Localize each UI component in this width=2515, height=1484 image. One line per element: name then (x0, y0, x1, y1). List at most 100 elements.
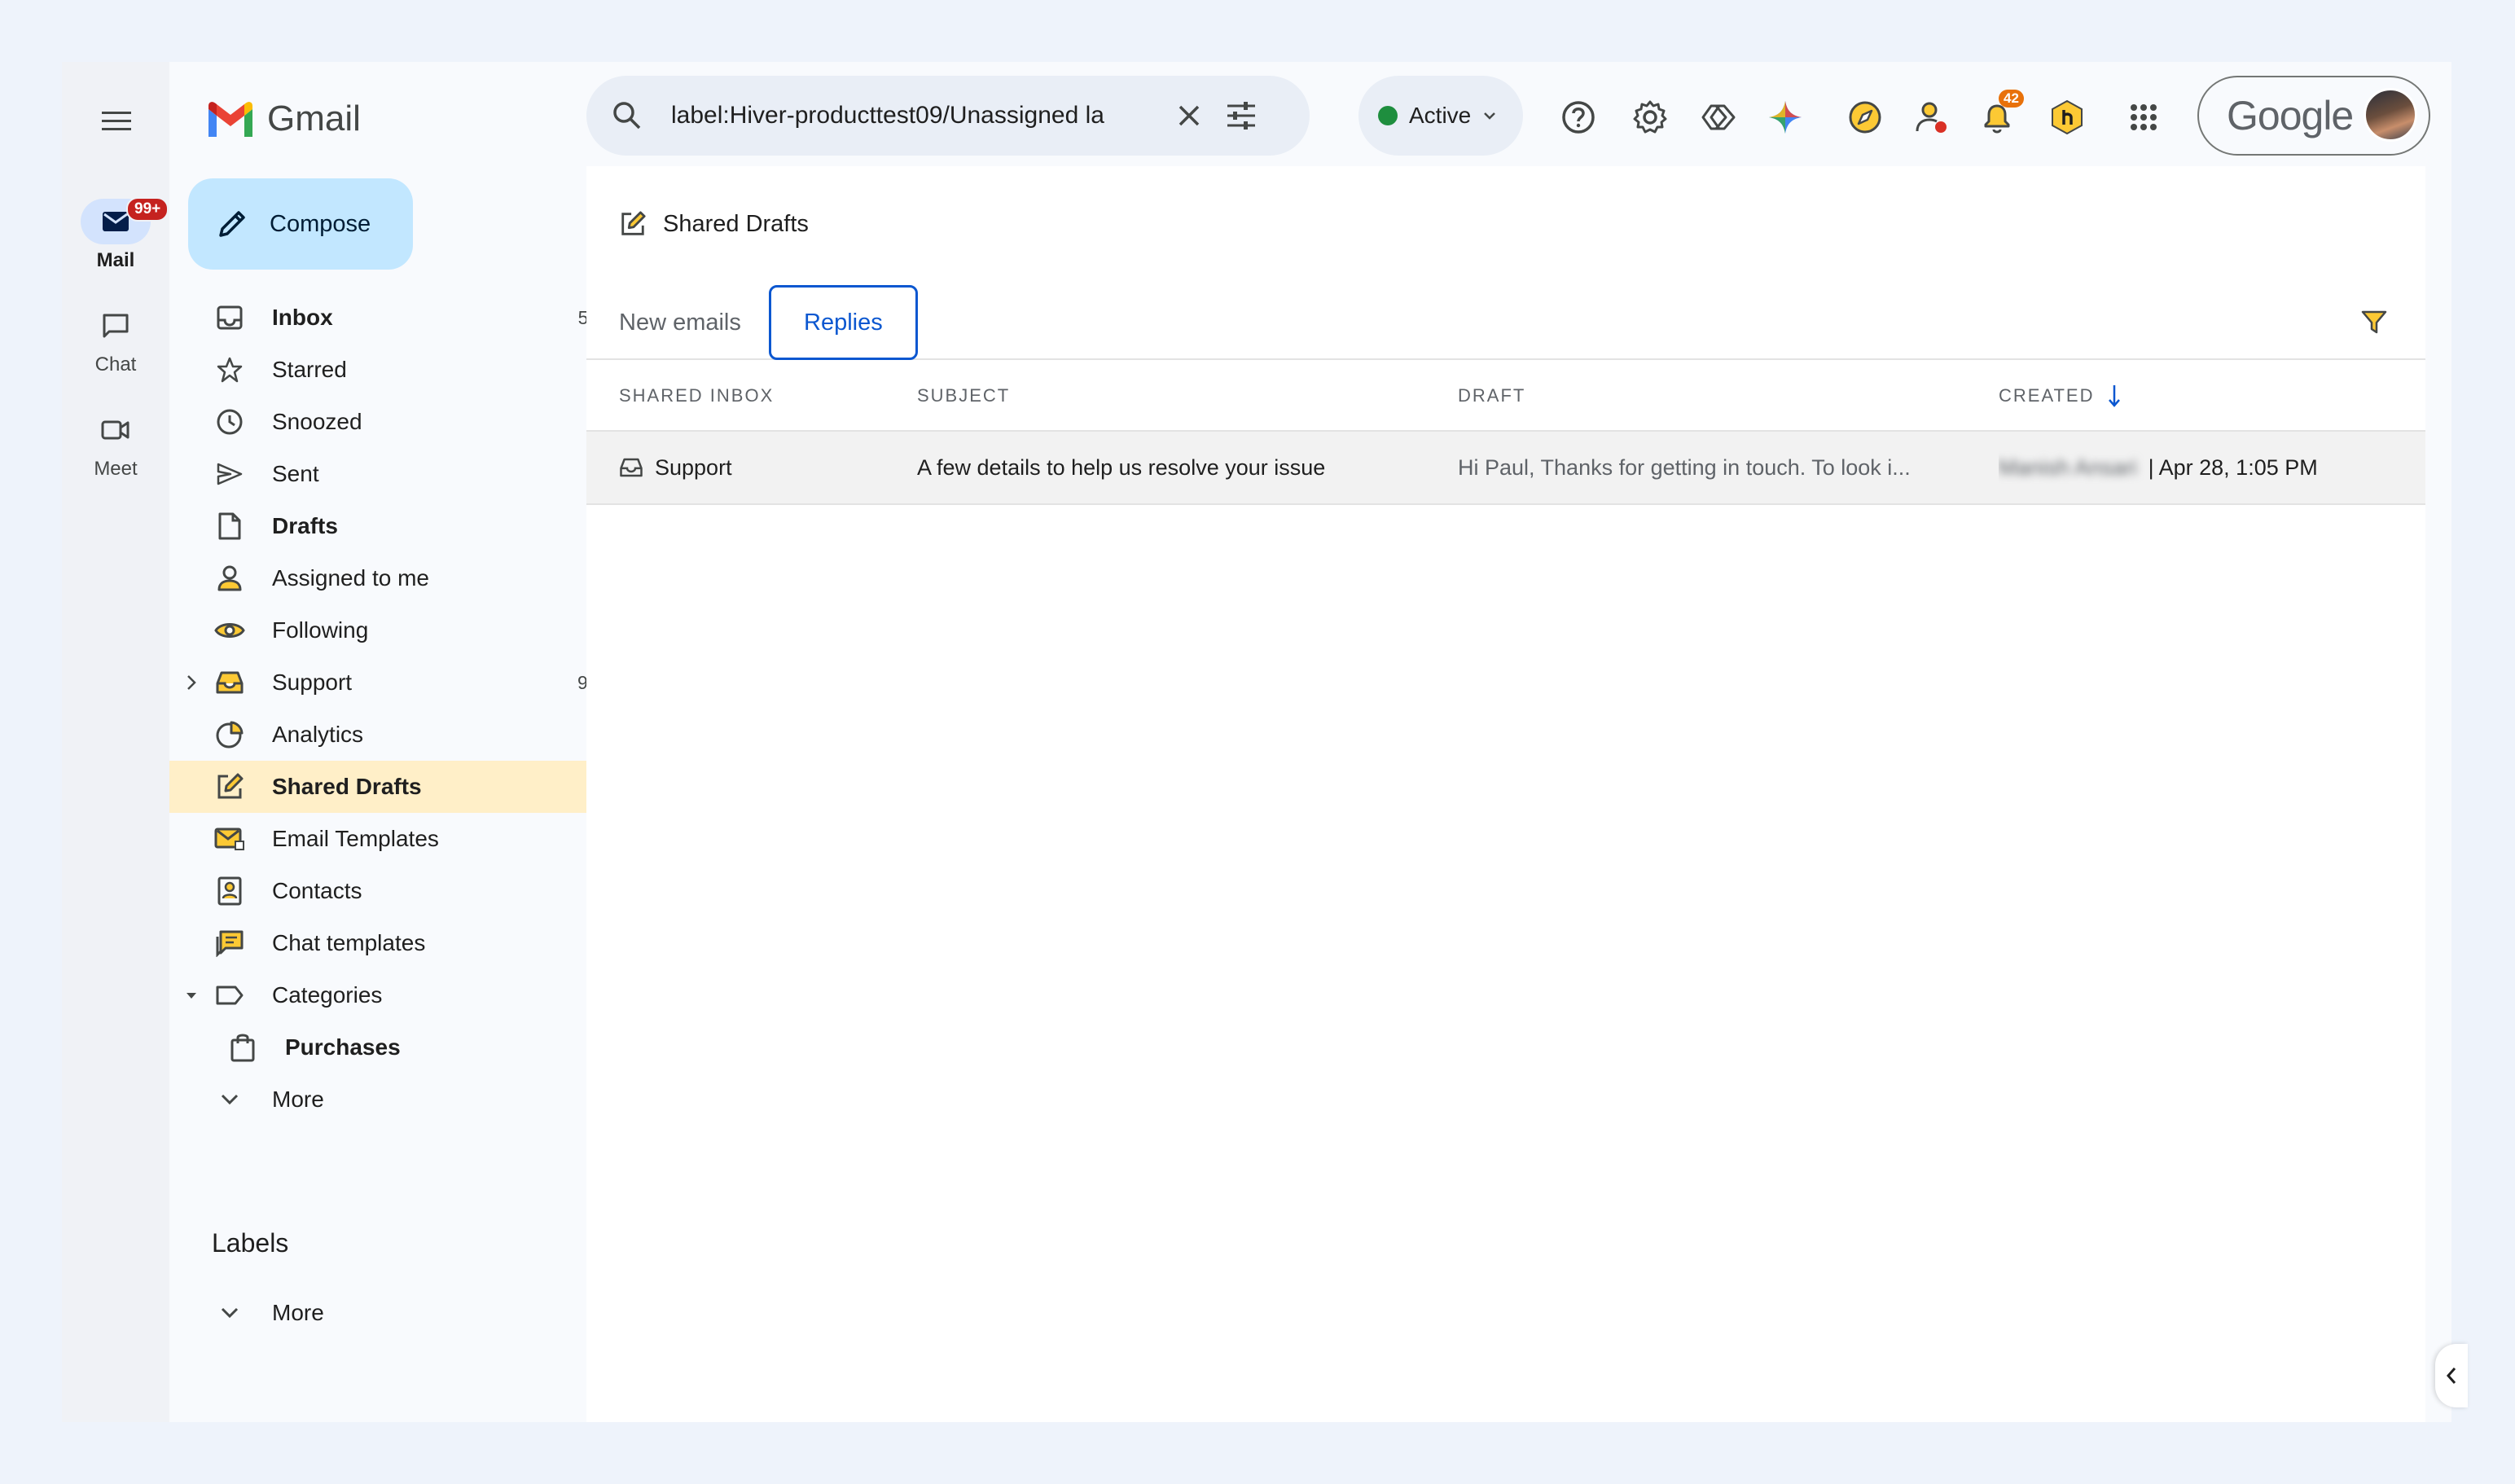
drafts-tabs: New emails Replies (586, 285, 2425, 360)
column-header-shared-inbox[interactable]: SHARED INBOX (619, 360, 774, 432)
status-dot (1378, 106, 1398, 125)
google-apps-button[interactable] (2119, 91, 2168, 143)
tab-replies[interactable]: Replies (769, 285, 918, 360)
sidebar-item-label: Contacts (272, 878, 362, 903)
labels-more-button[interactable]: More (169, 1287, 630, 1339)
sidebar-item-following[interactable]: Following (169, 604, 630, 656)
sidebar-item-chat-templates[interactable]: Chat templates (169, 917, 630, 969)
rail-label-meet: Meet (94, 458, 138, 480)
search-options-button[interactable] (1218, 93, 1264, 138)
table-header: SHARED INBOX SUBJECT DRAFT CREATED (586, 360, 2425, 432)
row-inbox-name: Support (655, 454, 732, 480)
sparkle-icon (1769, 101, 1802, 134)
sidebar-item-support[interactable]: Support 99+ (169, 656, 630, 709)
rail-label-chat: Chat (94, 353, 137, 375)
gmail-window: 99+ Mail Chat Meet Gmail Compose Inbox S… (62, 62, 2468, 1422)
app-rail: 99+ Mail Chat Meet (62, 62, 169, 1422)
sidebar-item-analytics[interactable]: Analytics (169, 709, 630, 761)
chevron-right-icon[interactable] (184, 673, 199, 692)
filter-button[interactable] (2360, 308, 2388, 336)
mail-icon (103, 212, 129, 231)
notifications-button[interactable]: 42 (1973, 90, 2024, 143)
sidebar-item-starred[interactable]: Starred (169, 344, 630, 396)
sidebar-item-sent[interactable]: Sent (169, 448, 630, 500)
caret-down-icon[interactable] (184, 986, 199, 1005)
rail-label-mail: Mail (96, 249, 135, 271)
sidebar-item-more[interactable]: More (169, 1073, 630, 1126)
clear-search-button[interactable] (1166, 93, 1212, 138)
status-selector[interactable]: Active (1358, 76, 1523, 156)
google-wordmark: Google (2227, 93, 2354, 138)
close-icon (1178, 105, 1200, 126)
notification-count-badge: 42 (1999, 90, 2024, 108)
help-button[interactable] (1554, 91, 1603, 143)
menu-icon (102, 112, 131, 130)
search-button[interactable] (611, 99, 643, 132)
gemini-button[interactable] (1761, 91, 1810, 143)
column-header-created[interactable]: CREATED (1999, 360, 2121, 432)
compose-button[interactable]: Compose (188, 178, 413, 270)
chevron-left-icon (2446, 1368, 2456, 1384)
mail-unread-badge: 99+ (126, 197, 169, 222)
help-icon (1562, 101, 1595, 134)
search-bar: label:Hiver-producttest09/Unassigned la (586, 76, 1310, 156)
sidebar-item-label: Shared Drafts (272, 774, 422, 799)
pie-chart-icon (213, 718, 246, 751)
rail-item-chat[interactable]: Chat (62, 303, 169, 376)
chat-icon (103, 314, 129, 338)
sidebar-item-inbox[interactable]: Inbox 527 (169, 292, 630, 344)
person-icon (213, 562, 246, 595)
main-menu-button[interactable] (94, 99, 138, 143)
video-icon (101, 420, 129, 440)
sidebar-item-snoozed[interactable]: Snoozed (169, 396, 630, 448)
column-header-draft[interactable]: DRAFT (1458, 360, 1525, 432)
page-title-text: Shared Drafts (663, 210, 809, 237)
contacts-icon (213, 875, 246, 907)
account-switcher[interactable]: Google (2197, 76, 2430, 156)
row-created-date: | Apr 28, 1:05 PM (2148, 454, 2318, 480)
tray-icon (213, 666, 246, 699)
sidebar-item-contacts[interactable]: Contacts (169, 865, 630, 917)
sidebar-item-email-templates[interactable]: Email Templates (169, 813, 630, 865)
gear-icon (1633, 100, 1667, 134)
column-header-created-label: CREATED (1999, 385, 2095, 406)
row-author-name: Manish Ansari (1999, 454, 2137, 480)
chevron-down-icon (213, 1297, 246, 1329)
settings-button[interactable] (1626, 91, 1674, 143)
clock-icon (213, 406, 246, 438)
labels-title: Labels (212, 1227, 289, 1258)
rail-item-meet[interactable]: Meet (62, 407, 169, 481)
gmail-wordmark: Gmail (267, 99, 361, 138)
table-row[interactable]: Support A few details to help us resolve… (586, 432, 2425, 505)
mail-template-icon (213, 823, 246, 855)
person-status-icon (1916, 102, 1947, 133)
assign-user-button[interactable] (1907, 91, 1956, 143)
sidebar-item-assigned-to-me[interactable]: Assigned to me (169, 552, 630, 604)
hiver-extension-button[interactable] (2043, 91, 2091, 143)
labels-more-label: More (272, 1300, 324, 1325)
sidebar-item-purchases[interactable]: Purchases 21 (169, 1021, 630, 1073)
search-input[interactable]: label:Hiver-producttest09/Unassigned la (671, 102, 1160, 130)
hiver-switch-button[interactable] (1694, 91, 1743, 143)
compass-button[interactable] (1841, 91, 1890, 143)
column-header-subject[interactable]: SUBJECT (917, 360, 1010, 432)
sort-down-arrow-icon[interactable] (2108, 384, 2121, 408)
sidebar-item-label: Purchases (285, 1034, 401, 1060)
sidebar-item-label: Following (272, 617, 369, 643)
tab-new-emails[interactable]: New emails (619, 285, 741, 360)
sidebar-item-label: More (272, 1087, 324, 1112)
side-panel-toggle[interactable] (2435, 1344, 2468, 1407)
sidebar-item-shared-drafts[interactable]: Shared Drafts (169, 761, 630, 813)
shopping-bag-icon (226, 1031, 259, 1064)
gmail-m-icon (208, 102, 252, 137)
rail-item-mail[interactable]: 99+ Mail (62, 197, 169, 272)
sidebar-item-drafts[interactable]: Drafts 18 (169, 500, 630, 552)
sidebar-item-label: Assigned to me (272, 565, 429, 591)
hiver-hexagon-icon (2052, 99, 2083, 135)
star-icon (213, 353, 246, 386)
sidebar-item-categories[interactable]: Categories (169, 969, 630, 1021)
gmail-logo[interactable]: Gmail (205, 93, 361, 145)
label-icon (213, 979, 246, 1012)
pencil-icon (219, 211, 245, 237)
shared-drafts-panel: Shared Drafts New emails Replies SHARED … (586, 166, 2425, 1422)
